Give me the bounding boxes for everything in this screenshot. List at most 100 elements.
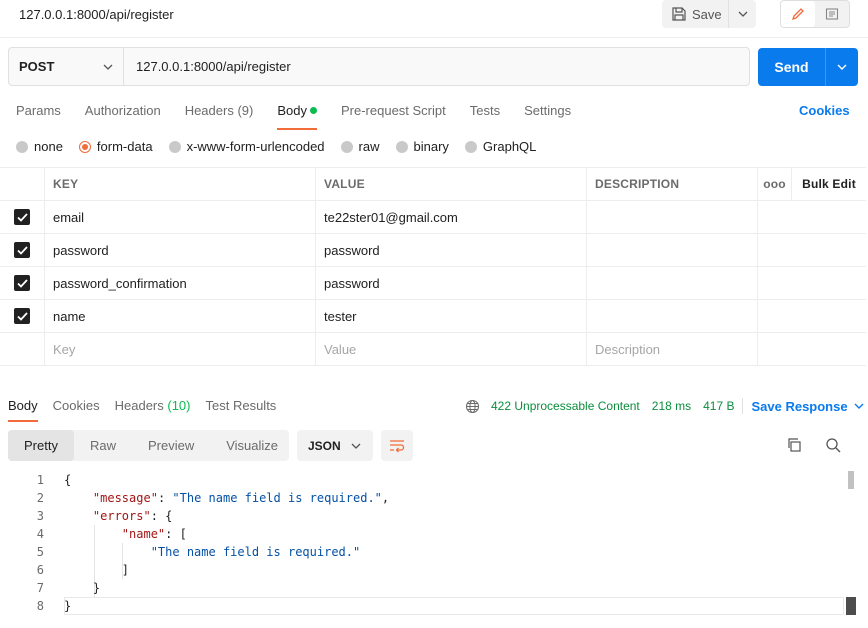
- tab-params[interactable]: Params: [16, 103, 61, 127]
- response-view-tabs: Pretty Raw Preview Visualize: [8, 430, 289, 461]
- row-description[interactable]: [587, 300, 758, 332]
- radio-x-www-form-urlencoded[interactable]: x-www-form-urlencoded: [168, 139, 325, 154]
- format-select[interactable]: JSON: [297, 430, 373, 461]
- view-tab-pretty[interactable]: Pretty: [8, 430, 74, 461]
- radio-label: binary: [413, 139, 449, 154]
- response-tab-headers[interactable]: Headers (10): [115, 398, 191, 420]
- code-text: "errors": {: [92, 509, 173, 523]
- method-select[interactable]: POST: [9, 48, 124, 85]
- pencil-icon: [791, 8, 804, 21]
- new-description-input[interactable]: Description: [587, 333, 758, 365]
- row-key[interactable]: name: [45, 300, 316, 332]
- header-value: VALUE: [316, 168, 587, 200]
- code-text: ]: [64, 563, 130, 577]
- new-value-input[interactable]: Value: [316, 333, 587, 365]
- row-spacer: [758, 267, 792, 299]
- row-key[interactable]: password_confirmation: [45, 267, 316, 299]
- radio-circle: [395, 140, 408, 153]
- line-number: 1: [36, 473, 44, 487]
- response-meta: 422 Unprocessable Content 218 ms 417 B S…: [465, 398, 864, 414]
- save-response-button[interactable]: Save Response: [751, 399, 847, 414]
- row-checkbox[interactable]: [14, 242, 30, 258]
- cookies-link[interactable]: Cookies: [799, 103, 850, 118]
- line-number: 5: [36, 545, 44, 559]
- edit-mode-button[interactable]: [781, 1, 815, 27]
- view-tab-preview[interactable]: Preview: [132, 430, 210, 461]
- chevron-down-icon: [837, 64, 847, 70]
- row-description[interactable]: [587, 234, 758, 266]
- row-key[interactable]: email: [45, 201, 316, 233]
- globe-icon[interactable]: [465, 399, 480, 414]
- tab-authorization[interactable]: Authorization: [85, 103, 161, 127]
- row-spacer: [792, 333, 866, 365]
- code-text: }: [64, 599, 72, 613]
- line-number: 3: [36, 509, 44, 523]
- tab-settings[interactable]: Settings: [524, 103, 571, 127]
- tab-tests[interactable]: Tests: [470, 103, 500, 127]
- row-spacer: [792, 234, 866, 266]
- divider: [742, 398, 744, 414]
- row-description[interactable]: [587, 201, 758, 233]
- tab-body[interactable]: Body: [277, 103, 317, 130]
- search-button[interactable]: [823, 435, 843, 455]
- more-options-button[interactable]: ooo: [758, 168, 792, 200]
- response-tab-cookies[interactable]: Cookies: [53, 398, 100, 420]
- row-value[interactable]: te22ster01@gmail.com: [316, 201, 587, 233]
- radio-form-data[interactable]: form-data: [78, 139, 153, 154]
- radio-label: GraphQL: [482, 139, 537, 154]
- response-body-editor[interactable]: 1{ 2 "message": "The name field is requi…: [0, 471, 866, 617]
- status-code[interactable]: 422 Unprocessable Content: [491, 399, 640, 413]
- header-check-cell: [0, 168, 45, 200]
- response-tab-body[interactable]: Body: [8, 398, 38, 422]
- row-spacer: [792, 201, 866, 233]
- radio-raw[interactable]: raw: [340, 139, 380, 154]
- view-tab-visualize[interactable]: Visualize: [210, 430, 294, 461]
- row-check-cell: [0, 234, 45, 266]
- chevron-down-icon: [103, 64, 113, 70]
- chevron-down-icon[interactable]: [854, 403, 864, 409]
- send-button[interactable]: Send: [758, 48, 826, 86]
- line-number: 7: [36, 581, 44, 595]
- url-input[interactable]: [124, 48, 749, 85]
- check-icon: [16, 278, 28, 288]
- wrap-lines-button[interactable]: [381, 430, 413, 461]
- response-tab-test-results[interactable]: Test Results: [206, 398, 277, 420]
- row-spacer: [758, 333, 792, 365]
- table-row: password password: [0, 234, 866, 267]
- response-tabs: Body Cookies Headers (10) Test Results: [8, 398, 291, 422]
- row-value[interactable]: password: [316, 267, 587, 299]
- code-line: 2 "message": "The name field is required…: [0, 489, 866, 507]
- send-options-button[interactable]: [826, 48, 858, 86]
- copy-button[interactable]: [784, 435, 804, 455]
- radio-graphql[interactable]: GraphQL: [464, 139, 537, 154]
- view-tab-raw[interactable]: Raw: [74, 430, 132, 461]
- new-key-input[interactable]: Key: [45, 333, 316, 365]
- row-description[interactable]: [587, 267, 758, 299]
- documentation-mode-button[interactable]: [815, 1, 849, 27]
- radio-label: x-www-form-urlencoded: [186, 139, 325, 154]
- row-value[interactable]: tester: [316, 300, 587, 332]
- radio-none[interactable]: none: [16, 139, 63, 154]
- row-checkbox[interactable]: [14, 308, 30, 324]
- response-time[interactable]: 218 ms: [652, 399, 691, 413]
- json-key: "message": [92, 491, 158, 505]
- response-size[interactable]: 417 B: [703, 399, 734, 413]
- json-key: "name": [121, 527, 166, 541]
- row-checkbox[interactable]: [14, 275, 30, 291]
- radio-binary[interactable]: binary: [395, 139, 449, 154]
- save-button[interactable]: Save: [662, 0, 729, 28]
- row-key[interactable]: password: [45, 234, 316, 266]
- radio-circle: [464, 140, 477, 153]
- row-checkbox[interactable]: [14, 209, 30, 225]
- save-options-button[interactable]: [729, 0, 756, 28]
- tab-headers[interactable]: Headers (9): [185, 103, 254, 127]
- check-icon: [16, 311, 28, 321]
- bulk-edit-button[interactable]: Bulk Edit: [792, 168, 866, 200]
- code-line: 1{: [0, 471, 866, 489]
- tab-pre-request-script[interactable]: Pre-request Script: [341, 103, 446, 127]
- radio-circle: [340, 140, 353, 153]
- row-spacer: [792, 300, 866, 332]
- row-value[interactable]: password: [316, 234, 587, 266]
- tab-label: Body: [8, 398, 38, 413]
- request-title[interactable]: 127.0.0.1:8000/api/register: [19, 7, 174, 22]
